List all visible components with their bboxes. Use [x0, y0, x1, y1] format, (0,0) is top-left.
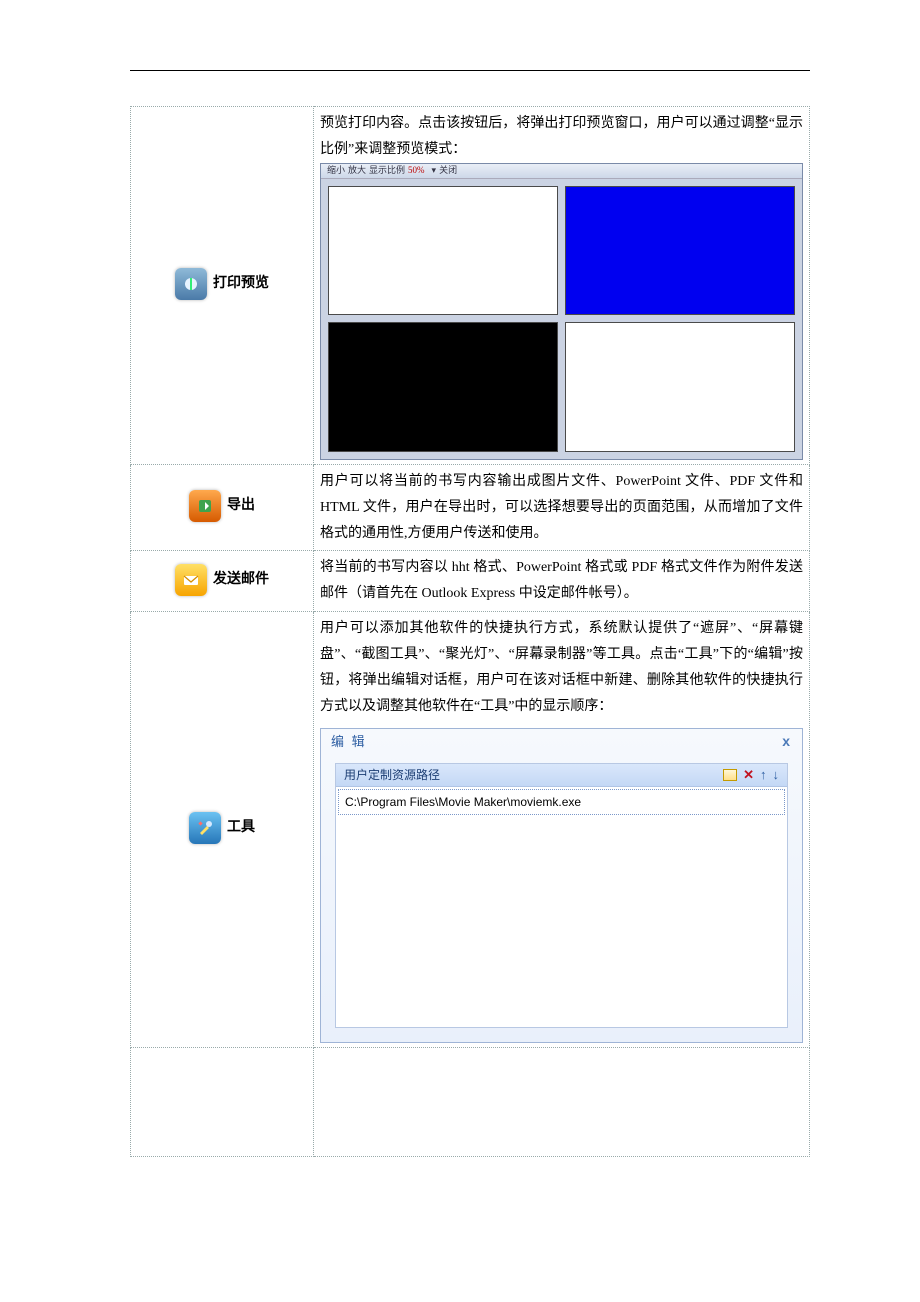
tools-icon	[189, 812, 221, 844]
toolbar-ratio-value[interactable]: 50%	[408, 162, 425, 179]
feature-cell-left: 工具	[131, 612, 314, 1048]
print-preview-pages	[321, 179, 802, 459]
move-down-icon[interactable]: ↓	[773, 763, 780, 787]
table-row	[131, 1047, 810, 1156]
edit-dialog: 编 辑 x 用户定制资源路径 ✕ ↑ ↓	[320, 728, 803, 1043]
edit-dialog-titlebar: 编 辑 x	[321, 729, 802, 755]
feature-icon-wrap: 打印预览	[175, 268, 269, 300]
send-mail-icon	[175, 564, 207, 596]
print-preview-window: 缩小 放大 显示比例 50% ▾ 关闭	[320, 163, 803, 460]
table-row: 打印预览 预览打印内容。点击该按钮后，将弹出打印预览窗口，用户可以通过调整“显示…	[131, 107, 810, 465]
preview-page-black	[328, 322, 558, 452]
feature-label: 打印预览	[213, 271, 269, 297]
table-row: 导出 用户可以将当前的书写内容输出成图片文件、PowerPoint 文件、PDF…	[131, 464, 810, 551]
edit-dialog-title: 编 辑	[331, 730, 367, 754]
new-icon[interactable]	[723, 769, 737, 781]
edit-section-title: 用户定制资源路径	[344, 764, 440, 786]
feature-cell-left: 导出	[131, 464, 314, 551]
feature-label: 发送邮件	[213, 567, 269, 593]
edit-dialog-body: 用户定制资源路径 ✕ ↑ ↓ C:\Program Files\Movie Ma…	[335, 763, 788, 1028]
table-row: 发送邮件 将当前的书写内容以 hht 格式、PowerPoint 格式或 PDF…	[131, 551, 810, 612]
feature-desc-cell: 用户可以添加其他软件的快捷执行方式，系统默认提供了“遮屏”、“屏幕键盘”、“截图…	[314, 612, 810, 1048]
feature-label: 导出	[227, 493, 255, 519]
export-icon	[189, 490, 221, 522]
table-row: 工具 用户可以添加其他软件的快捷执行方式，系统默认提供了“遮屏”、“屏幕键盘”、…	[131, 612, 810, 1048]
empty-cell	[131, 1047, 314, 1156]
feature-label: 工具	[227, 815, 255, 841]
feature-icon-wrap: 导出	[189, 490, 255, 522]
feature-desc: 将当前的书写内容以 hht 格式、PowerPoint 格式或 PDF 格式文件…	[314, 551, 810, 612]
toolbar-close[interactable]: 关闭	[439, 162, 457, 179]
feature-icon-wrap: 发送邮件	[175, 564, 269, 596]
edit-dialog-section-header: 用户定制资源路径 ✕ ↑ ↓	[336, 764, 787, 787]
print-preview-toolbar: 缩小 放大 显示比例 50% ▾ 关闭	[321, 164, 802, 179]
close-icon[interactable]: x	[782, 729, 792, 755]
page-header-rule	[130, 70, 810, 71]
empty-cell	[314, 1047, 810, 1156]
preview-page-white	[328, 186, 558, 316]
feature-desc-cell: 预览打印内容。点击该按钮后，将弹出打印预览窗口，用户可以通过调整“显示比例”来调…	[314, 107, 810, 465]
feature-desc: 用户可以添加其他软件的快捷执行方式，系统默认提供了“遮屏”、“屏幕键盘”、“截图…	[320, 616, 803, 720]
toolbar-shrink[interactable]: 缩小	[327, 162, 345, 179]
toolbar-ratio-label: 显示比例	[369, 162, 405, 179]
preview-page-white	[565, 322, 795, 452]
feature-desc: 预览打印内容。点击该按钮后，将弹出打印预览窗口，用户可以通过调整“显示比例”来调…	[320, 111, 803, 163]
delete-icon[interactable]: ✕	[743, 763, 754, 787]
toolbar-zoomout[interactable]: 放大	[348, 162, 366, 179]
preview-page-blue	[565, 186, 795, 316]
feature-cell-left: 发送邮件	[131, 551, 314, 612]
feature-table: 打印预览 预览打印内容。点击该按钮后，将弹出打印预览窗口，用户可以通过调整“显示…	[130, 106, 810, 1157]
feature-icon-wrap: 工具	[189, 812, 255, 844]
resource-path-item[interactable]: C:\Program Files\Movie Maker\moviemk.exe	[338, 789, 785, 815]
feature-desc: 用户可以将当前的书写内容输出成图片文件、PowerPoint 文件、PDF 文件…	[314, 464, 810, 551]
feature-cell-left: 打印预览	[131, 107, 314, 465]
edit-list-empty-area	[336, 817, 787, 1027]
print-preview-icon	[175, 268, 207, 300]
edit-toolbar-icons: ✕ ↑ ↓	[723, 763, 779, 787]
move-up-icon[interactable]: ↑	[760, 763, 767, 787]
